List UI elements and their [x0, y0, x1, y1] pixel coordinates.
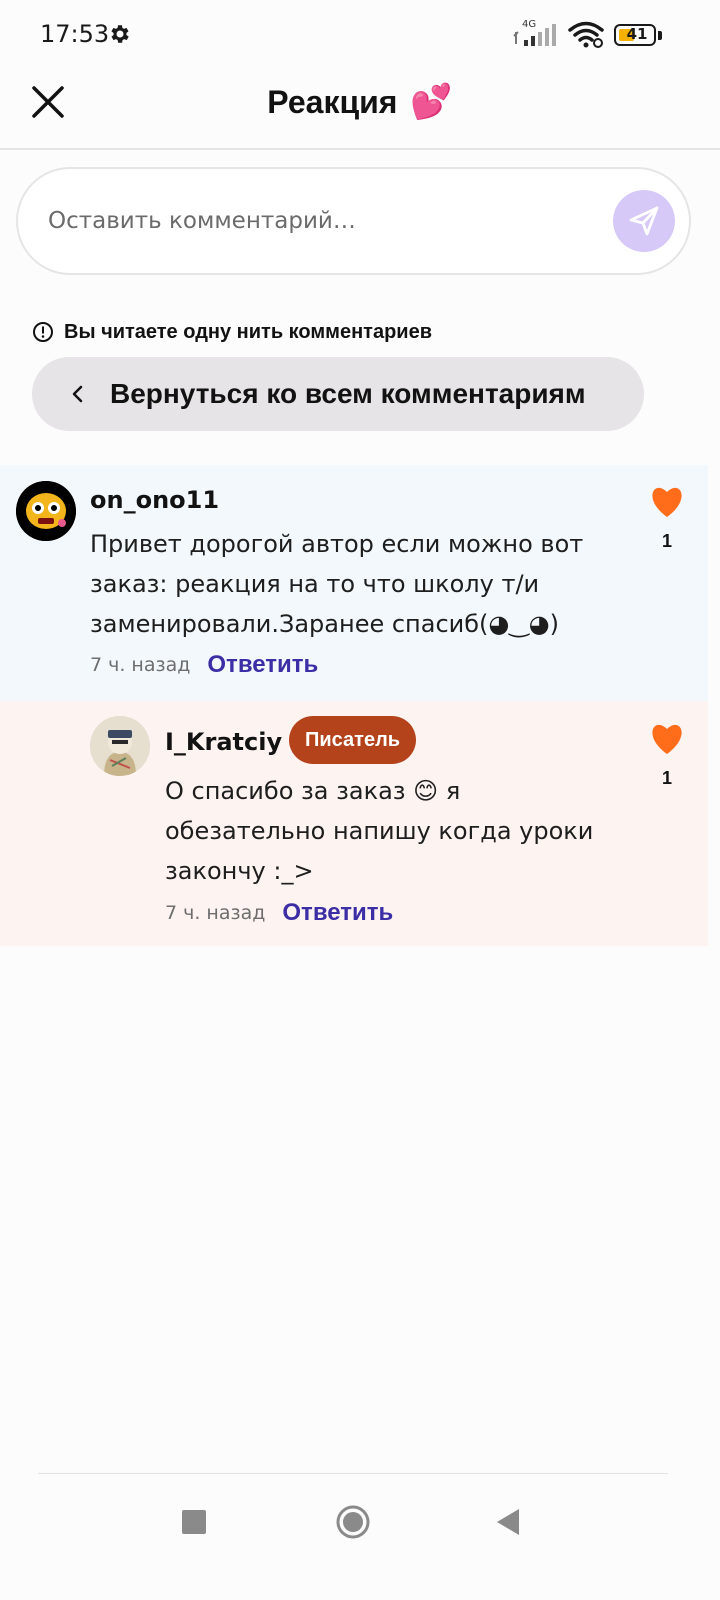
back-button-label: Вернуться ко всем комментариям — [110, 378, 586, 409]
comment-reply-item: I_Kratciy Писатель О спасибо за заказ 😊 … — [0, 701, 708, 946]
header: Реакция 💕 — [0, 70, 720, 150]
avatar-image — [16, 481, 76, 541]
page-title: Реакция 💕 — [0, 82, 720, 122]
comment-text: Привет дорогой автор если можно вот зака… — [90, 530, 584, 638]
gear-icon — [111, 25, 129, 43]
heart-icon — [652, 487, 682, 517]
thread-notice-text: Вы читаете одну нить комментариев — [64, 320, 433, 343]
send-button[interactable] — [613, 190, 675, 252]
comment-box — [16, 167, 691, 275]
back-triangle-icon[interactable] — [495, 1507, 521, 1537]
comment-text: О спасибо за заказ 😊 я обезательно напиш… — [165, 777, 594, 885]
comment-username[interactable]: I_Kratciy — [165, 727, 282, 757]
status-bar: 17:53 4G 41 — [0, 0, 720, 70]
avatar[interactable] — [16, 481, 76, 541]
battery-indicator: 41 — [614, 22, 662, 48]
reply-button[interactable]: Ответить — [207, 651, 318, 679]
like-button[interactable]: 1 — [647, 485, 687, 552]
page-title-text: Реакция — [267, 84, 398, 120]
comment-username[interactable]: on_ono11 — [90, 485, 219, 515]
reply-button[interactable]: Ответить — [282, 899, 393, 927]
heart-icon — [652, 724, 682, 754]
comment-time: 7 ч. назад — [90, 654, 191, 676]
battery-level: 41 — [626, 25, 648, 43]
recents-button[interactable] — [182, 1510, 206, 1534]
avatar-image — [90, 716, 150, 776]
back-to-all-comments-button[interactable]: Вернуться ко всем комментариям — [32, 357, 644, 431]
wifi-icon — [568, 21, 604, 48]
nav-divider — [38, 1473, 668, 1474]
thread-notice: Вы читаете одну нить комментариев — [32, 320, 432, 344]
comment-meta: 7 ч. назад Ответить — [90, 651, 318, 679]
comment-input[interactable] — [48, 199, 568, 243]
like-button[interactable]: 1 — [647, 722, 687, 789]
system-nav-bar — [0, 1490, 720, 1560]
send-icon — [629, 206, 659, 236]
signal-icon — [513, 24, 556, 46]
avatar[interactable] — [90, 716, 150, 776]
home-button[interactable] — [335, 1504, 371, 1540]
info-icon — [33, 322, 53, 342]
chevron-left-icon — [72, 385, 83, 403]
comment-time: 7 ч. назад — [165, 902, 266, 924]
like-count: 1 — [661, 768, 672, 788]
writer-badge: Писатель — [289, 716, 417, 764]
hearts-emoji: 💕 — [410, 83, 453, 121]
like-count: 1 — [661, 531, 672, 551]
status-time: 17:53 — [40, 20, 110, 48]
comment-item: on_ono11 Привет дорогой автор если можно… — [0, 465, 708, 701]
comment-meta: 7 ч. назад Ответить — [165, 899, 393, 927]
